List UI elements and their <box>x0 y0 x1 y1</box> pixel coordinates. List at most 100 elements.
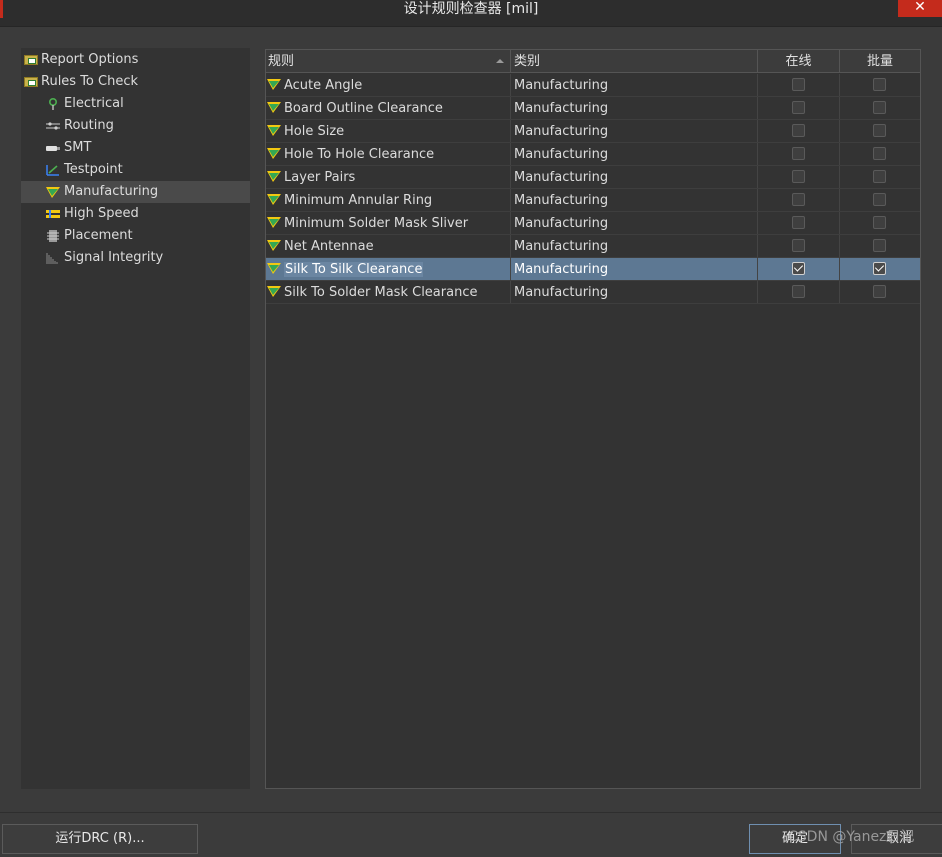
batch-cell <box>840 166 920 188</box>
tree-item-label: Testpoint <box>64 162 123 177</box>
column-header-online[interactable]: 在线 <box>758 50 840 72</box>
batch-checkbox[interactable] <box>873 78 886 91</box>
close-button[interactable]: ✕ <box>898 0 942 17</box>
tree-item-placement[interactable]: Placement <box>46 225 133 247</box>
manufacturing-rule-icon <box>267 102 281 113</box>
batch-checkbox[interactable] <box>873 285 886 298</box>
rule-name: Silk To Solder Mask Clearance <box>284 285 478 300</box>
online-cell <box>758 258 840 280</box>
tree-item-routing[interactable]: Routing <box>46 115 114 137</box>
online-checkbox[interactable] <box>792 262 805 275</box>
rule-name-cell: Silk To Silk Clearance <box>266 258 511 280</box>
tree-item-label: Manufacturing <box>64 184 159 199</box>
rules-grid[interactable]: 规则 类别 在线 批量 Acute Angle Manufacturing Boar… <box>265 49 921 789</box>
rule-name-cell: Minimum Solder Mask Sliver <box>266 212 511 234</box>
batch-checkbox[interactable] <box>873 101 886 114</box>
online-cell <box>758 189 840 211</box>
batch-checkbox[interactable] <box>873 147 886 160</box>
folder-icon <box>24 55 38 65</box>
manufacturing-rule-icon <box>267 148 281 159</box>
batch-checkbox[interactable] <box>873 124 886 137</box>
tree-item-testpoint[interactable]: Testpoint <box>46 159 123 181</box>
batch-checkbox[interactable] <box>873 262 886 275</box>
rule-name: Silk To Silk Clearance <box>284 262 424 277</box>
column-header-label: 规则 <box>268 54 295 69</box>
tree-item-high-speed[interactable]: High Speed <box>46 203 139 225</box>
rule-category-cell: Manufacturing <box>511 189 758 211</box>
rule-name-cell: Layer Pairs <box>266 166 511 188</box>
table-row[interactable]: Hole Size Manufacturing <box>266 120 920 143</box>
online-checkbox[interactable] <box>792 78 805 91</box>
batch-cell <box>840 258 920 280</box>
table-row[interactable]: Layer Pairs Manufacturing <box>266 166 920 189</box>
manufacturing-rule-icon <box>267 79 281 90</box>
tree-item-report-options[interactable]: Report Options <box>24 49 138 71</box>
rule-category-cell: Manufacturing <box>511 74 758 96</box>
column-header-batch[interactable]: 批量 <box>840 50 920 72</box>
rule-name-cell: Net Antennae <box>266 235 511 257</box>
online-cell <box>758 281 840 303</box>
batch-cell <box>840 212 920 234</box>
online-checkbox[interactable] <box>792 193 805 206</box>
electrical-icon <box>49 98 57 110</box>
online-checkbox[interactable] <box>792 170 805 183</box>
online-checkbox[interactable] <box>792 239 805 252</box>
online-cell <box>758 74 840 96</box>
tree-item-electrical[interactable]: Electrical <box>46 93 124 115</box>
rule-name-cell: Board Outline Clearance <box>266 97 511 119</box>
batch-cell <box>840 74 920 96</box>
manufacturing-icon <box>46 187 60 198</box>
tree-item-smt[interactable]: SMT <box>46 137 91 159</box>
window-title: 设计规则检查器 [mil] <box>403 1 539 17</box>
placement-icon <box>47 230 59 242</box>
sort-ascending-icon <box>496 59 504 63</box>
table-row[interactable]: Net Antennae Manufacturing <box>266 235 920 258</box>
rule-category-cell: Manufacturing <box>511 143 758 165</box>
table-row[interactable]: Silk To Silk Clearance Manufacturing <box>266 258 920 281</box>
rule-category-cell: Manufacturing <box>511 212 758 234</box>
column-header-category[interactable]: 类别 <box>511 50 758 72</box>
rule-category-cell: Manufacturing <box>511 120 758 142</box>
manufacturing-rule-icon <box>267 286 281 297</box>
batch-cell <box>840 97 920 119</box>
tree-item-label: Signal Integrity <box>64 250 164 265</box>
batch-checkbox[interactable] <box>873 170 886 183</box>
tree-item-label: Routing <box>64 118 114 133</box>
column-header-label: 类别 <box>514 54 541 69</box>
table-row[interactable]: Hole To Hole Clearance Manufacturing <box>266 143 920 166</box>
rule-name: Acute Angle <box>284 78 363 93</box>
signal-integrity-icon <box>46 253 58 264</box>
tree-item-signal-integrity[interactable]: Signal Integrity <box>46 247 163 269</box>
online-cell <box>758 166 840 188</box>
online-checkbox[interactable] <box>792 216 805 229</box>
table-row[interactable]: Acute Angle Manufacturing <box>266 74 920 97</box>
online-checkbox[interactable] <box>792 124 805 137</box>
online-checkbox[interactable] <box>792 285 805 298</box>
tree-item-label: Electrical <box>64 96 124 111</box>
folder-icon <box>24 77 38 87</box>
table-row[interactable]: Minimum Annular Ring Manufacturing <box>266 189 920 212</box>
column-header-label: 批量 <box>866 54 893 69</box>
batch-checkbox[interactable] <box>873 239 886 252</box>
rule-name: Minimum Annular Ring <box>284 193 433 208</box>
batch-checkbox[interactable] <box>873 216 886 229</box>
rule-name: Minimum Solder Mask Sliver <box>284 216 469 231</box>
table-row[interactable]: Silk To Solder Mask Clearance Manufacturi… <box>266 281 920 304</box>
high-speed-icon <box>46 210 60 218</box>
table-row[interactable]: Board Outline Clearance Manufacturing <box>266 97 920 120</box>
smt-icon <box>46 146 60 151</box>
tree-item-rules-to-check[interactable]: Rules To Check <box>24 71 138 93</box>
rule-name-cell: Hole To Hole Clearance <box>266 143 511 165</box>
column-header-rule[interactable]: 规则 <box>266 50 511 72</box>
batch-cell <box>840 120 920 142</box>
tree-item-label: High Speed <box>64 206 139 221</box>
rule-category-tree[interactable]: Report Options Rules To Check Electrical… <box>21 48 250 789</box>
online-checkbox[interactable] <box>792 101 805 114</box>
online-checkbox[interactable] <box>792 147 805 160</box>
tree-item-manufacturing[interactable]: Manufacturing <box>21 181 250 203</box>
table-row[interactable]: Minimum Solder Mask Sliver Manufacturing <box>266 212 920 235</box>
run-drc-button[interactable]: 运行DRC (R)... <box>2 824 198 854</box>
batch-checkbox[interactable] <box>873 193 886 206</box>
online-cell <box>758 235 840 257</box>
online-cell <box>758 143 840 165</box>
